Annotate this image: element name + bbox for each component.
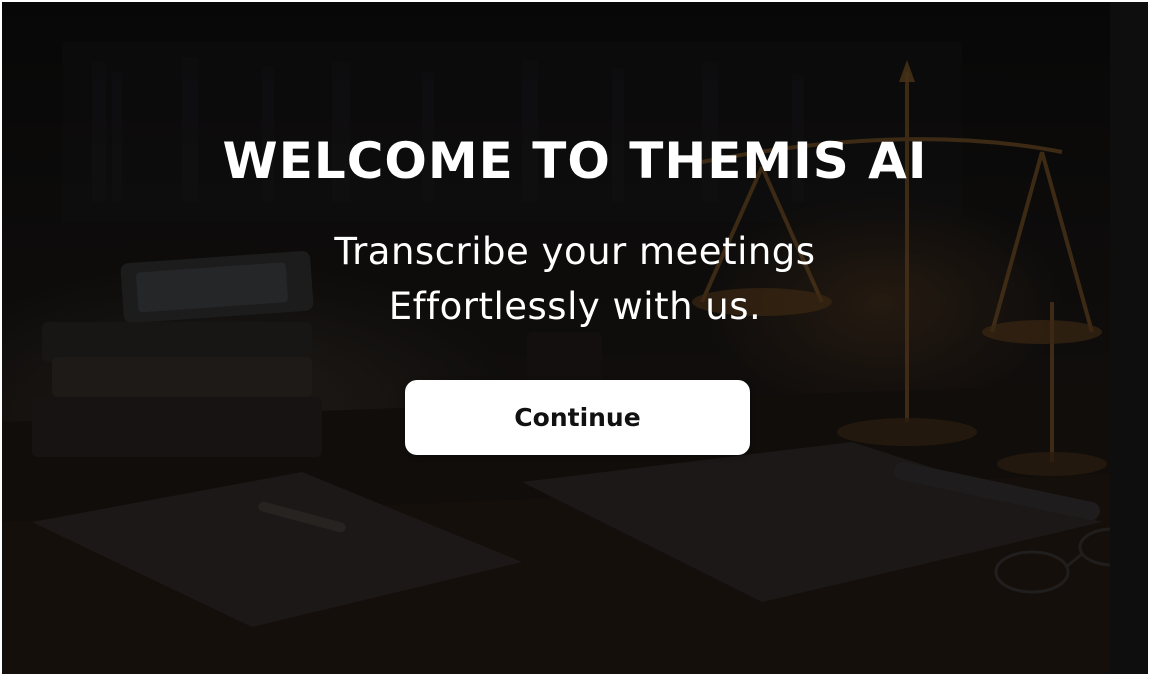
app-window: WELCOME TO THEMIS AI Transcribe your mee…: [2, 2, 1148, 674]
welcome-panel: WELCOME TO THEMIS AI Transcribe your mee…: [2, 2, 1148, 674]
page-title: WELCOME TO THEMIS AI: [222, 132, 928, 190]
continue-button[interactable]: Continue: [405, 380, 750, 455]
tagline-line-2: Effortlessly with us.: [388, 285, 762, 328]
tagline: Transcribe your meetings Effortlessly wi…: [2, 224, 1148, 334]
tagline-line-1: Transcribe your meetings: [334, 230, 816, 273]
